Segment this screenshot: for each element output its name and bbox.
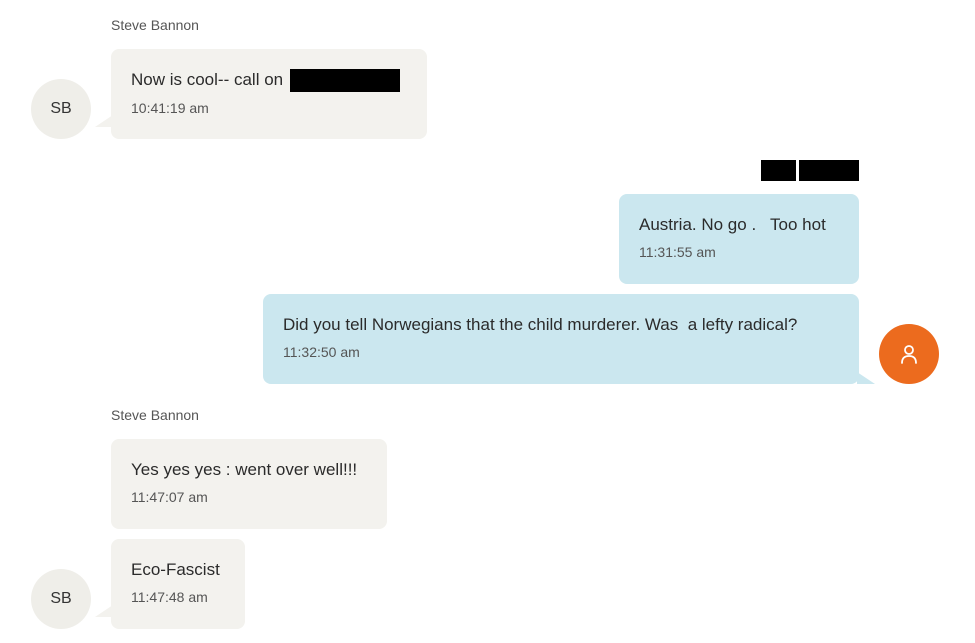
message-text-content: Now is cool-- call on xyxy=(131,70,284,89)
message-timestamp: 11:31:55 am xyxy=(639,244,716,260)
message-text: Now is cool-- call on xyxy=(131,69,407,93)
sender-name: Steve Bannon xyxy=(111,407,199,423)
message-text: Austria. No go . Too hot xyxy=(639,215,826,234)
redacted-sender-name xyxy=(799,160,859,181)
message-text: Did you tell Norwegians that the child m… xyxy=(283,315,798,334)
avatar[interactable]: SB xyxy=(31,569,91,629)
bubble-tail xyxy=(857,372,875,384)
message-timestamp: 11:32:50 am xyxy=(283,344,360,360)
message-bubble[interactable]: Did you tell Norwegians that the child m… xyxy=(263,294,859,384)
redaction-block xyxy=(289,69,400,93)
message-text: Eco-Fascist xyxy=(131,560,220,579)
message-bubble[interactable]: Eco-Fascist 11:47:48 am xyxy=(111,539,245,629)
message-bubble[interactable]: Now is cool-- call on 10:41:19 am xyxy=(111,49,427,139)
person-icon xyxy=(901,345,917,364)
message-timestamp: 10:41:19 am xyxy=(131,100,209,117)
message-bubble[interactable]: Yes yes yes : went over well!!! 11:47:07… xyxy=(111,439,387,529)
sender-name: Steve Bannon xyxy=(111,17,199,33)
message-text: Yes yes yes : went over well!!! xyxy=(131,460,358,479)
avatar[interactable]: SB xyxy=(31,79,91,139)
message-timestamp: 11:47:07 am xyxy=(131,489,208,505)
message-bubble[interactable]: Austria. No go . Too hot 11:31:55 am xyxy=(619,194,859,284)
avatar[interactable] xyxy=(879,324,939,384)
redacted-sender-name xyxy=(761,160,796,181)
message-timestamp: 11:47:48 am xyxy=(131,589,208,605)
